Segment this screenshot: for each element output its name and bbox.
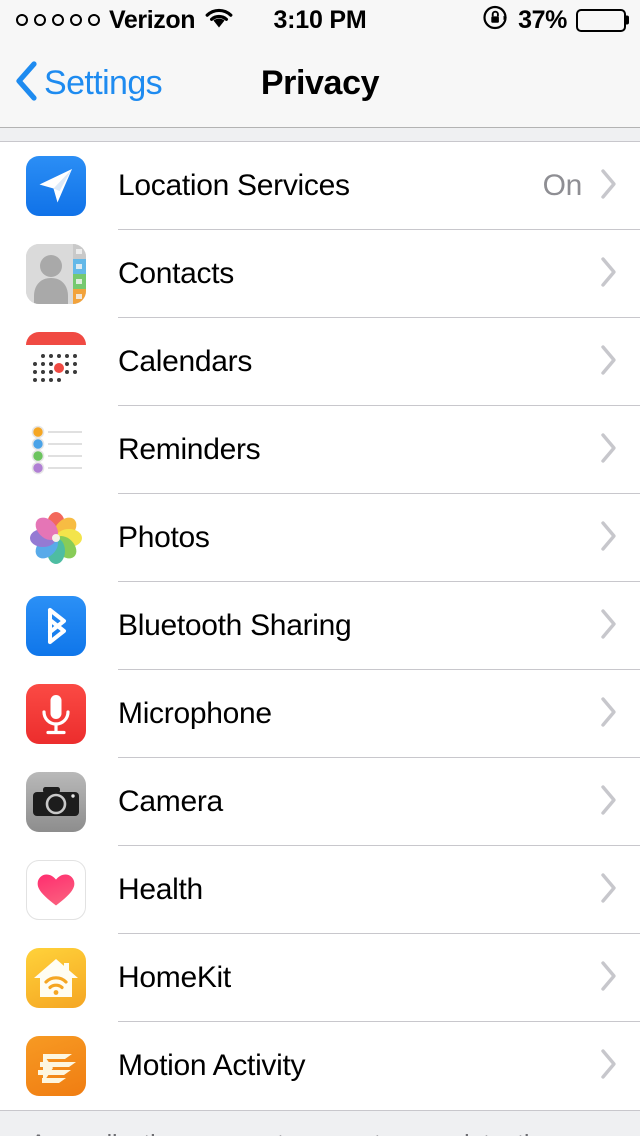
list-item-contacts[interactable]: Contacts	[0, 230, 640, 318]
signal-dot	[70, 14, 82, 26]
calendars-icon	[26, 332, 86, 392]
camera-icon	[26, 772, 86, 832]
chevron-right-icon	[600, 520, 618, 557]
carrier-label: Verizon	[109, 5, 196, 34]
contacts-icon	[26, 244, 86, 304]
list-item-label: HomeKit	[118, 961, 231, 994]
signal-dot	[16, 14, 28, 26]
status-bar: Verizon 3:10 PM 37%	[0, 0, 640, 40]
list-item-label: Reminders	[118, 433, 261, 466]
homekit-icon	[26, 948, 86, 1008]
wifi-icon	[204, 7, 234, 34]
list-item-microphone[interactable]: Microphone	[0, 670, 640, 758]
section-footer-text: As applications request access to your d…	[30, 1127, 610, 1136]
chevron-right-icon	[600, 696, 618, 733]
list-item-location-services[interactable]: Location Services On	[0, 142, 640, 230]
list-item-label: Contacts	[118, 257, 234, 290]
status-bar-right: 37%	[482, 4, 629, 36]
list-item-calendars[interactable]: Calendars	[0, 318, 640, 406]
list-item-homekit[interactable]: HomeKit	[0, 934, 640, 1022]
health-icon	[26, 860, 86, 920]
signal-dot	[88, 14, 100, 26]
chevron-right-icon	[600, 960, 618, 997]
chevron-right-icon	[600, 256, 618, 293]
list-item-label: Health	[118, 873, 203, 906]
status-bar-left: Verizon	[16, 6, 234, 35]
list-item-label: Microphone	[118, 697, 272, 730]
chevron-right-icon	[600, 344, 618, 381]
chevron-left-icon	[14, 60, 38, 107]
chevron-right-icon	[600, 432, 618, 469]
list-item-label: Location Services	[118, 169, 350, 202]
chevron-right-icon	[600, 1048, 618, 1085]
photos-icon	[26, 508, 86, 568]
list-item-photos[interactable]: Photos	[0, 494, 640, 582]
section-gap	[0, 128, 640, 142]
microphone-icon	[26, 684, 86, 744]
signal-dot	[52, 14, 64, 26]
chevron-right-icon	[600, 168, 618, 205]
chevron-right-icon	[600, 784, 618, 821]
list-item-reminders[interactable]: Reminders	[0, 406, 640, 494]
signal-dot	[34, 14, 46, 26]
chevron-right-icon	[600, 608, 618, 645]
list-item-value: On	[542, 169, 583, 202]
list-item-label: Bluetooth Sharing	[118, 609, 352, 642]
list-item-health[interactable]: Health	[0, 846, 640, 934]
reminders-icon	[26, 420, 86, 480]
motion-activity-icon	[26, 1036, 86, 1096]
signal-strength-dots	[16, 14, 100, 26]
list-item-label: Photos	[118, 521, 210, 554]
list-item-bluetooth-sharing[interactable]: Bluetooth Sharing	[0, 582, 640, 670]
battery-icon	[576, 8, 629, 32]
location-services-icon	[26, 156, 86, 216]
list-item-label: Motion Activity	[118, 1049, 306, 1082]
section-footer: As applications request access to your d…	[0, 1110, 640, 1136]
chevron-right-icon	[600, 872, 618, 909]
privacy-settings-list: Location Services On Contacts Calendars …	[0, 142, 640, 1110]
list-item-label: Camera	[118, 785, 223, 818]
bluetooth-icon	[26, 596, 86, 656]
back-button[interactable]: Settings	[0, 60, 163, 107]
list-item-motion-activity[interactable]: Motion Activity	[0, 1022, 640, 1110]
battery-percent-label: 37%	[518, 5, 567, 34]
navigation-bar: Settings Privacy	[0, 40, 640, 128]
list-item-label: Calendars	[118, 345, 253, 378]
rotation-lock-icon	[482, 4, 509, 36]
list-item-camera[interactable]: Camera	[0, 758, 640, 846]
back-button-label: Settings	[44, 64, 163, 102]
